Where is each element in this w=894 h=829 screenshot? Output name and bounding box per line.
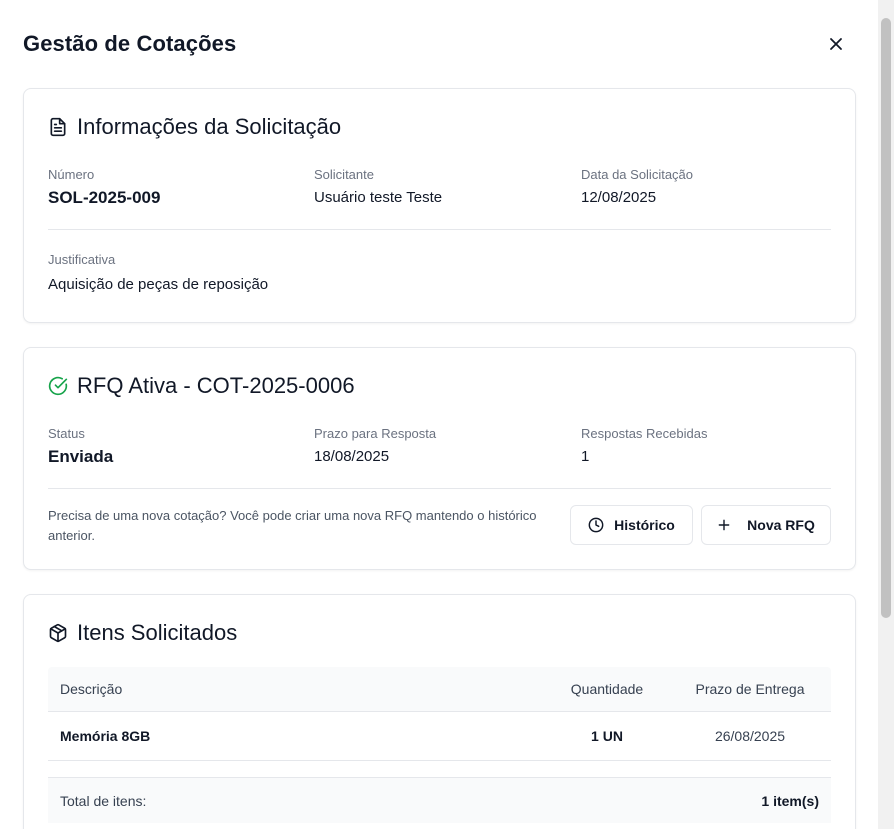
- divider: [48, 229, 831, 230]
- prazo-resposta-value: 18/08/2025: [314, 448, 390, 465]
- data-solicitacao-field: Data da Solicitação 12/08/2025: [581, 167, 693, 206]
- total-label: Total de itens:: [60, 793, 147, 809]
- close-icon: [830, 38, 842, 50]
- justificativa-field: Justificativa Aquisição de peças de repo…: [48, 252, 268, 293]
- solicitante-value: Usuário teste Teste: [314, 189, 443, 206]
- active-rfq-title: RFQ Ativa - COT-2025-0006: [77, 373, 355, 398]
- column-header-descricao: Descrição: [60, 681, 123, 697]
- status-label: Status: [48, 426, 85, 441]
- table-row: Memória 8GB 1 UN 26/08/2025: [48, 712, 831, 761]
- history-button[interactable]: Histórico: [570, 505, 693, 545]
- respostas-field: Respostas Recebidas 1: [581, 426, 707, 465]
- request-info-header: Informações da Solicitação: [48, 114, 341, 140]
- column-header-prazo: Prazo de Entrega: [695, 681, 805, 697]
- respostas-value: 1: [581, 448, 590, 465]
- modal-scrollbar[interactable]: [878, 0, 894, 829]
- numero-field: Número SOL-2025-009: [48, 167, 160, 208]
- modal-title: Gestão de Cotações: [23, 31, 237, 56]
- prazo-resposta-field: Prazo para Resposta 18/08/2025: [314, 426, 436, 465]
- item-quantidade: 1 UN: [591, 728, 623, 744]
- clock-icon: [588, 517, 604, 533]
- requested-items-header: Itens Solicitados: [48, 620, 237, 646]
- column-header-quantidade: Quantidade: [570, 681, 644, 697]
- history-button-label: Histórico: [614, 517, 675, 533]
- total-value: 1 item(s): [761, 793, 819, 809]
- respostas-label: Respostas Recebidas: [581, 426, 708, 441]
- new-rfq-button[interactable]: Nova RFQ: [701, 505, 831, 545]
- status-value: Enviada: [48, 447, 114, 466]
- justificativa-value: Aquisição de peças de reposição: [48, 276, 269, 293]
- justificativa-label: Justificativa: [48, 252, 116, 267]
- numero-value: SOL-2025-009: [48, 188, 161, 207]
- solicitante-label: Solicitante: [314, 167, 374, 182]
- quotation-management-modal: Gestão de Cotações Informações da Solici…: [0, 0, 878, 829]
- solicitante-field: Solicitante Usuário teste Teste: [314, 167, 442, 206]
- requested-items-title: Itens Solicitados: [77, 620, 238, 645]
- prazo-resposta-label: Prazo para Resposta: [314, 426, 437, 441]
- divider: [48, 488, 831, 489]
- package-icon: [49, 623, 67, 643]
- close-button[interactable]: [824, 32, 848, 56]
- data-solicitacao-value: 12/08/2025: [581, 189, 657, 206]
- item-descricao: Memória 8GB: [60, 728, 151, 744]
- active-rfq-header: RFQ Ativa - COT-2025-0006: [48, 373, 355, 399]
- request-info-title: Informações da Solicitação: [77, 114, 342, 139]
- table-header: Descrição Quantidade Prazo de Entrega: [48, 667, 831, 712]
- requested-items-card: Itens Solicitados Descrição Quantidade P…: [23, 594, 856, 829]
- file-text-icon: [50, 117, 66, 137]
- new-rfq-hint: Precisa de uma nova cotação? Você pode c…: [48, 508, 537, 543]
- scrollbar-thumb[interactable]: [881, 18, 891, 618]
- active-rfq-card: RFQ Ativa - COT-2025-0006 Status Enviada…: [23, 347, 856, 570]
- numero-label: Número: [48, 167, 95, 182]
- items-total-row: Total de itens: 1 item(s): [48, 777, 831, 823]
- new-rfq-button-label: Nova RFQ: [747, 517, 815, 533]
- items-table: Descrição Quantidade Prazo de Entrega Me…: [48, 667, 831, 761]
- check-circle-icon: [48, 376, 68, 396]
- item-prazo: 26/08/2025: [714, 728, 786, 744]
- data-solicitacao-label: Data da Solicitação: [581, 167, 694, 182]
- plus-icon: [718, 519, 730, 531]
- status-field: Status Enviada: [48, 426, 113, 467]
- request-info-card: Informações da Solicitação Número SOL-20…: [23, 88, 856, 323]
